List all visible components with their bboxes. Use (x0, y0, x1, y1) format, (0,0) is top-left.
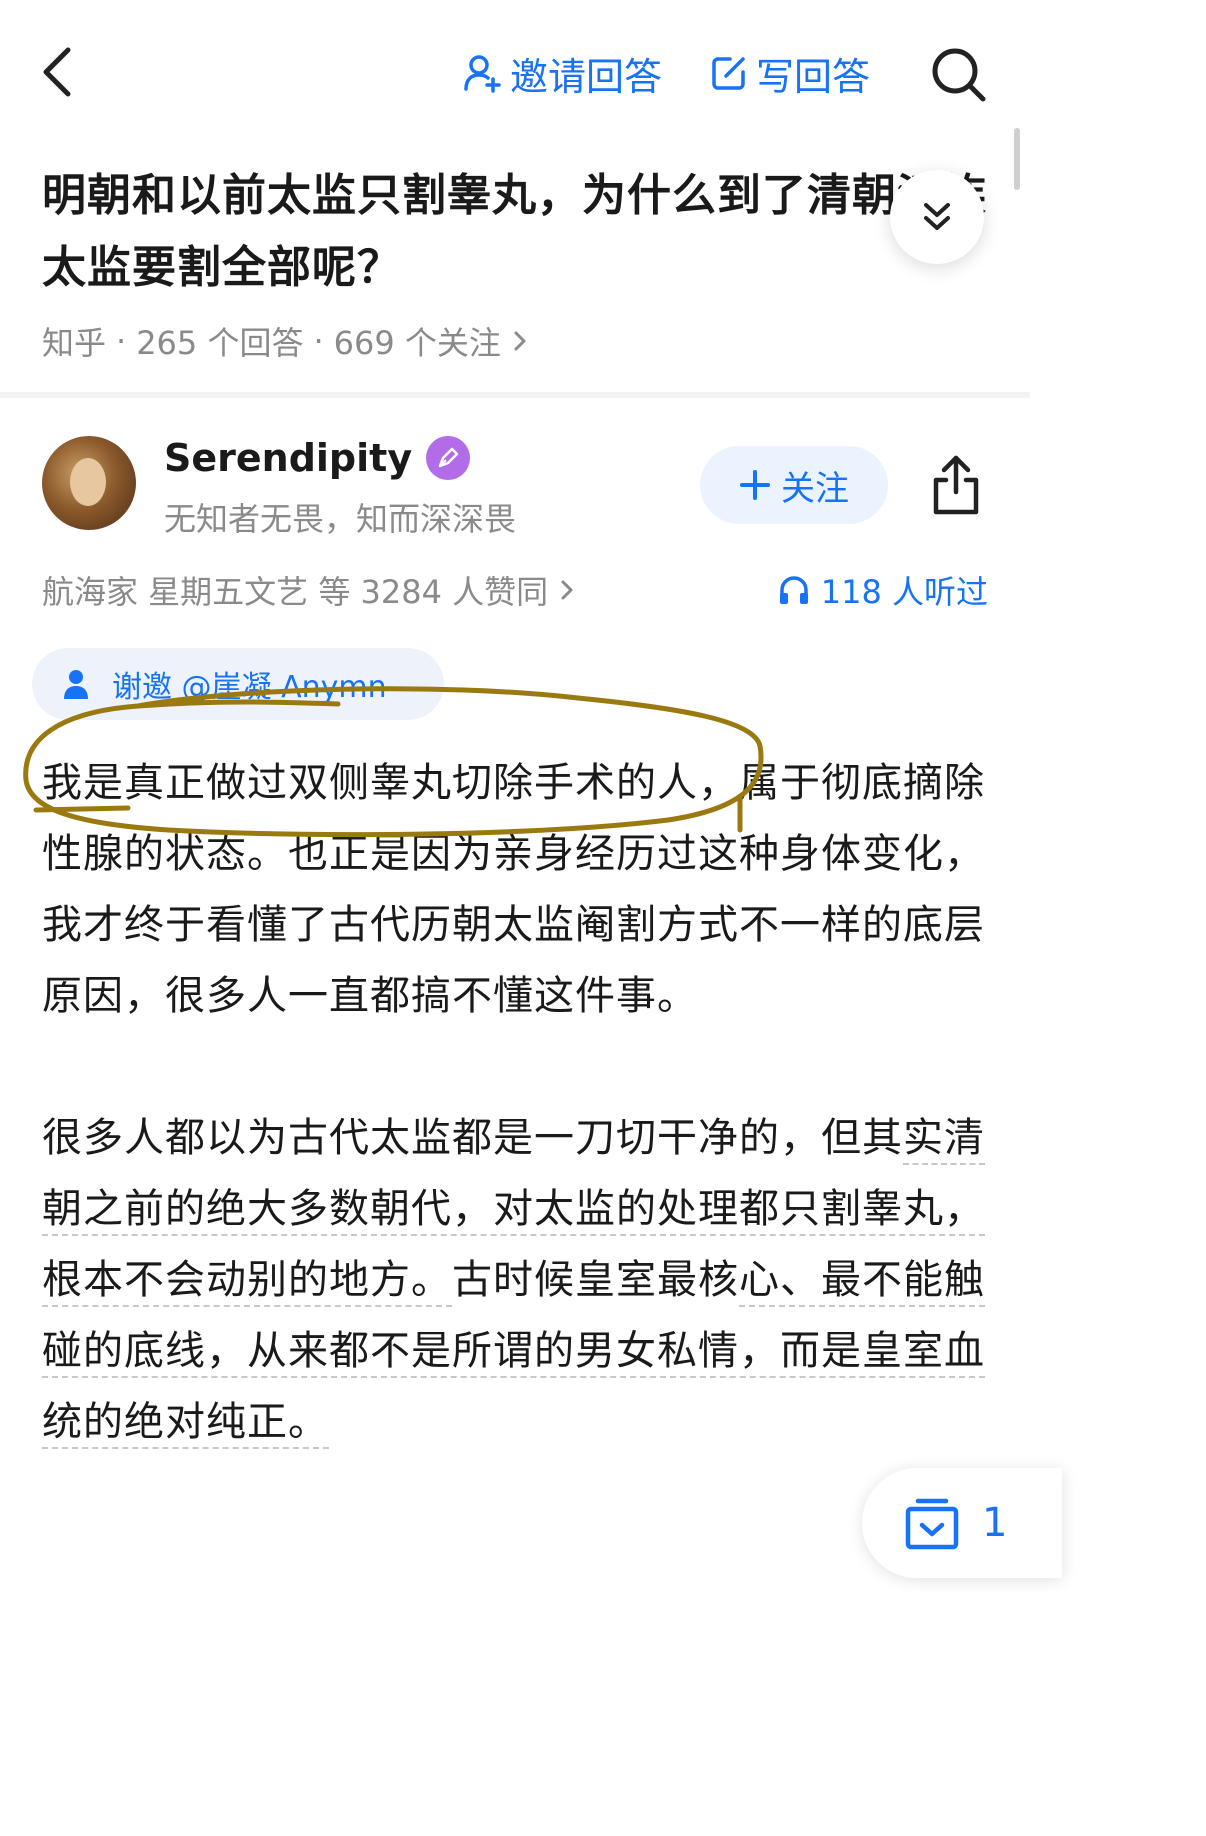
answer-paragraph-2: 很多人都以为古代太监都是一刀切干净的，但其实清朝之前的绝大多数朝代，对太监的处理… (42, 1103, 992, 1458)
follow-button[interactable]: 关注 (700, 446, 888, 524)
author-bio: 无知者无畏，知而深深畏 (164, 500, 517, 538)
listen-count[interactable]: 118 人听过 (777, 567, 988, 613)
invite-chip-text: 谢邀 @崖凝 Anymn (112, 670, 387, 705)
scrollbar[interactable] (1014, 128, 1020, 190)
write-answer-button[interactable]: 写回答 (710, 48, 871, 99)
question-title[interactable]: 明朝和以前太监只割睾丸，为什么到了清朝汉族太监要割全部呢？ (42, 160, 992, 304)
chevron-right-icon (514, 331, 526, 351)
author-name[interactable]: Serendipity (164, 436, 412, 480)
question-header: 明朝和以前太监只割睾丸，为什么到了清朝汉族太监要割全部呢？ 知乎 · 265 个… (42, 160, 992, 364)
collection-count: 1 (982, 1500, 1008, 1546)
avatar[interactable] (42, 436, 136, 530)
author-name-row: Serendipity (164, 436, 471, 480)
chevron-right-icon (561, 580, 573, 600)
headphones-icon (779, 576, 808, 604)
collection-fab[interactable]: 1 (862, 1468, 1062, 1578)
question-source: 知乎 (42, 324, 107, 362)
person-add-icon (464, 55, 501, 93)
avatar-face-shape (70, 458, 106, 506)
listen-count-text: 118 人听过 (820, 573, 988, 611)
invite-answer-button[interactable]: 邀请回答 (462, 48, 663, 99)
share-icon[interactable] (928, 452, 984, 518)
paragraph-2-text-a: 很多人都以为古代太监都是一刀切干净的，但其 (42, 1115, 903, 1161)
answer-paragraph-1: 我是真正做过双侧睾丸切除手术的人，属于彻底摘除性腺的状态。也正是因为亲身经历过这… (42, 760, 985, 1019)
write-answer-label: 写回答 (756, 54, 871, 99)
author-card: Serendipity 无知者无畏，知而深深畏 关注 (42, 436, 1002, 538)
pen-badge-icon (426, 436, 471, 480)
person-icon (64, 670, 88, 699)
meta-separator: · (116, 322, 127, 360)
answer-stats: 航海家 星期五文艺 等 3284 人赞同 118 人听过 (42, 566, 988, 614)
answer-content: 我是真正做过双侧睾丸切除手术的人，属于彻底摘除性腺的状态。也正是因为亲身经历过这… (42, 748, 992, 1458)
follow-label: 关注 (781, 468, 849, 509)
edit-icon (712, 57, 745, 90)
search-icon[interactable] (928, 44, 988, 104)
invite-thanks-chip[interactable]: 谢邀 @崖凝 Anymn (32, 648, 444, 720)
double-chevron-down-icon (924, 203, 950, 230)
top-navigation-bar: 邀请回答 写回答 (0, 0, 1030, 140)
meta-separator: · (313, 322, 324, 360)
likers-text: 航海家 星期五文艺 等 3284 人赞同 (42, 573, 549, 611)
inbox-check-icon (905, 1498, 959, 1550)
question-meta[interactable]: 知乎 · 265 个回答 · 669 个关注 (42, 318, 992, 364)
likers-summary[interactable]: 航海家 星期五文艺 等 3284 人赞同 (42, 567, 576, 613)
section-divider (0, 392, 1030, 398)
chevron-left-icon[interactable] (36, 44, 80, 100)
follow-count: 669 个关注 (333, 324, 501, 362)
expand-title-button[interactable] (890, 170, 984, 264)
paragraph-2-text-b: 古时候皇室最核 (452, 1257, 739, 1303)
plus-icon (740, 470, 770, 500)
invite-answer-label: 邀请回答 (510, 54, 663, 99)
answer-count: 265 个回答 (136, 324, 304, 362)
